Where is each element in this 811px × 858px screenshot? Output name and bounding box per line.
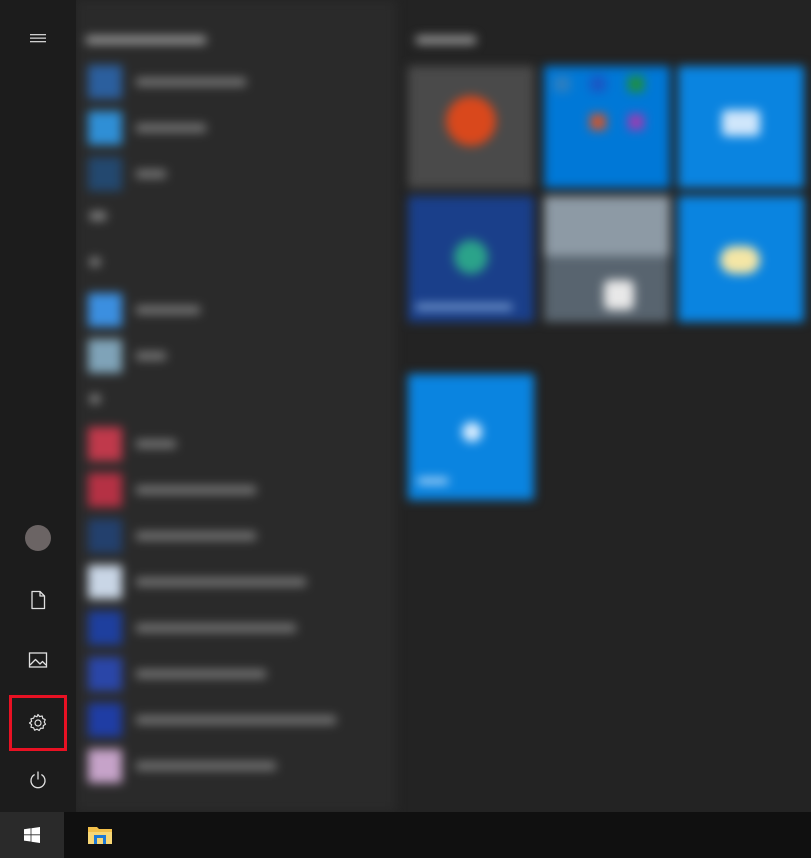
section-letter (90, 258, 100, 266)
power-button[interactable] (12, 756, 64, 804)
app-icon (88, 611, 122, 645)
app-icon (88, 703, 122, 737)
start-button[interactable] (0, 812, 64, 858)
app-label (136, 78, 246, 86)
app-label (136, 440, 176, 448)
list-item[interactable] (88, 746, 276, 786)
tile[interactable] (408, 196, 534, 322)
tile[interactable] (408, 374, 534, 500)
start-rail (0, 0, 76, 812)
app-label (136, 762, 276, 770)
tile-label (418, 478, 448, 484)
weather-icon (720, 246, 760, 274)
hamburger-menu-button[interactable] (12, 14, 64, 62)
section-letter (90, 395, 100, 403)
list-header (86, 36, 206, 44)
list-item[interactable] (88, 516, 256, 556)
start-menu-blurred-content (76, 0, 811, 812)
settings-icon (28, 713, 47, 732)
documents-icon (31, 590, 46, 610)
app-label (136, 716, 336, 724)
photo-preview (604, 280, 634, 310)
list-item[interactable] (88, 608, 296, 648)
list-item[interactable] (88, 562, 306, 602)
user-account-button[interactable] (12, 514, 64, 562)
mini-app-icon (590, 114, 606, 130)
app-icon (88, 473, 122, 507)
edge-icon (454, 240, 488, 274)
tile-group-header (416, 36, 476, 44)
app-label (136, 306, 200, 314)
list-item[interactable] (88, 108, 206, 148)
list-item[interactable] (88, 424, 176, 464)
list-item[interactable] (88, 700, 336, 740)
mini-app-icon (628, 114, 644, 130)
list-item[interactable] (88, 154, 166, 194)
tile-area (406, 0, 811, 812)
app-icon (88, 657, 122, 691)
mini-app-icon (628, 76, 644, 92)
app-icon (88, 519, 122, 553)
app-icon (88, 339, 122, 373)
windows-start-icon (24, 827, 40, 843)
hamburger-menu-icon (30, 34, 46, 43)
app-icon (88, 565, 122, 599)
office-icon (446, 96, 496, 146)
start-menu (0, 0, 811, 812)
user-avatar (25, 525, 51, 551)
tile-label (416, 304, 512, 310)
tile[interactable] (544, 66, 670, 188)
tile[interactable] (408, 66, 534, 188)
list-item[interactable] (88, 470, 256, 510)
settings-button[interactable] (9, 695, 67, 751)
app-label (136, 170, 166, 178)
app-icon (88, 65, 122, 99)
file-explorer-button[interactable] (72, 812, 128, 858)
app-icon (88, 427, 122, 461)
app-label (136, 124, 206, 132)
tile[interactable] (678, 196, 804, 322)
pictures-button[interactable] (12, 636, 64, 684)
tile[interactable] (678, 66, 804, 188)
section-letter (90, 212, 106, 220)
pictures-icon (28, 652, 48, 668)
mini-app-icon (554, 76, 570, 92)
app-label (136, 670, 266, 678)
mail-icon (722, 110, 760, 136)
app-label (136, 578, 306, 586)
app-icon (88, 157, 122, 191)
app-label (136, 352, 166, 360)
list-item[interactable] (88, 654, 266, 694)
photo-preview (544, 196, 670, 256)
app-label (136, 486, 256, 494)
list-item[interactable] (88, 290, 200, 330)
app-icon (88, 111, 122, 145)
tile-icon (462, 422, 482, 442)
tile[interactable] (544, 196, 670, 322)
app-list (76, 0, 396, 812)
app-icon (88, 293, 122, 327)
taskbar (0, 812, 811, 858)
app-icon (88, 749, 122, 783)
power-icon (30, 771, 46, 789)
app-label (136, 532, 256, 540)
mini-app-icon (590, 76, 606, 92)
app-label (136, 624, 296, 632)
documents-button[interactable] (12, 576, 64, 624)
file-explorer-icon (88, 827, 112, 844)
list-item[interactable] (88, 336, 166, 376)
list-item[interactable] (88, 62, 246, 102)
